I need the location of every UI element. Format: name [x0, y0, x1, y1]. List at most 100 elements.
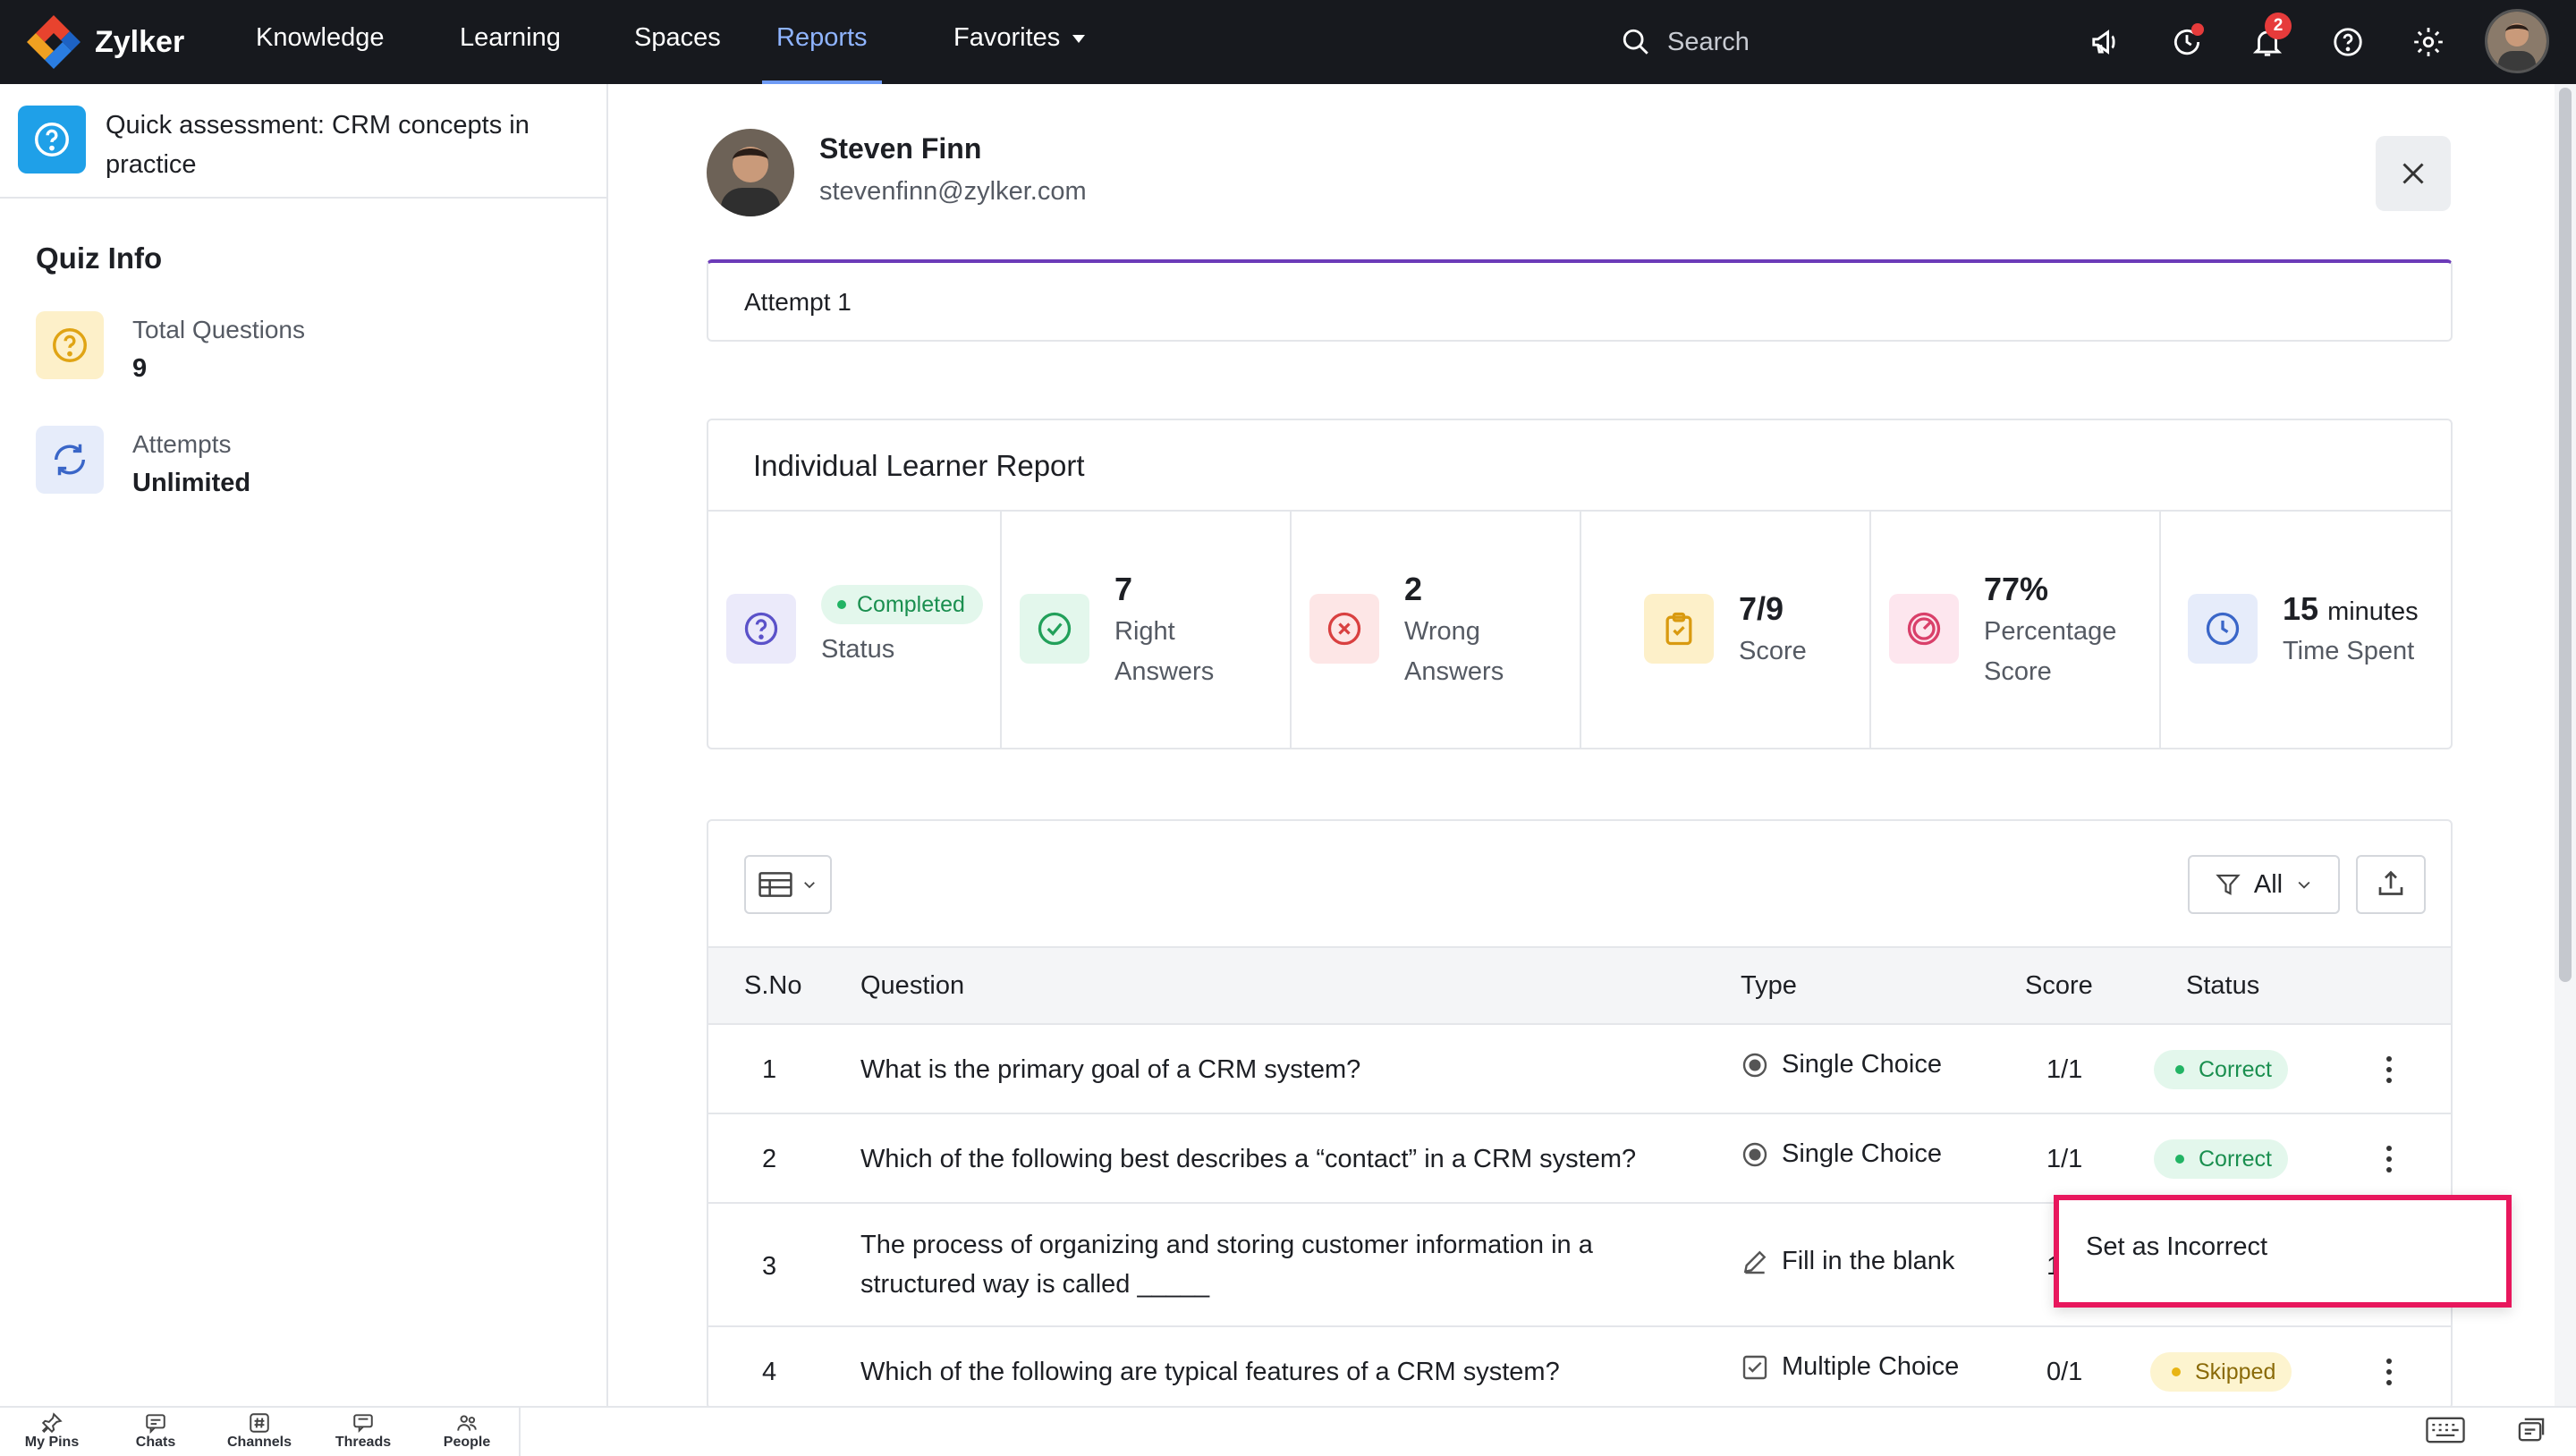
export-button[interactable]	[2356, 855, 2426, 914]
nav-learning[interactable]: Learning	[460, 0, 561, 84]
stat-label: Time Spent	[2283, 637, 2415, 665]
row-type: Single Choice	[1741, 1050, 1942, 1079]
nav-reports[interactable]: Reports	[762, 0, 882, 84]
stat-time-spent: 15 minutes Time Spent	[2161, 512, 2451, 748]
announcement-icon[interactable]	[2084, 20, 2129, 64]
info-label: Attempts	[132, 430, 232, 458]
keyboard-icon[interactable]	[2426, 1417, 2465, 1448]
scrollbar-thumb[interactable]	[2559, 88, 2572, 982]
reminder-icon[interactable]	[2165, 20, 2209, 64]
row-sno: 1	[762, 1055, 777, 1084]
chevron-down-icon	[804, 882, 815, 889]
row-type-label: Multiple Choice	[1782, 1352, 1960, 1381]
bottom-item-threads[interactable]: Threads	[318, 1411, 408, 1451]
question-icon	[726, 594, 796, 664]
info-attempts: Attempts Unlimited	[36, 426, 250, 503]
chat-window-icon[interactable]	[2515, 1417, 2547, 1450]
global-search[interactable]: Search	[1621, 18, 1750, 66]
gear-icon[interactable]	[2406, 20, 2451, 64]
filter-icon	[2216, 874, 2241, 895]
learner-email: stevenfinn@zylker.com	[819, 177, 1087, 206]
bell-icon[interactable]: 2	[2245, 13, 2292, 64]
row-context-menu: Set as Incorrect	[2054, 1195, 2512, 1308]
row-score: 0/1	[2046, 1358, 2083, 1386]
row-question: The process of organizing and storing cu…	[860, 1231, 1593, 1299]
close-button[interactable]	[2376, 136, 2451, 211]
bottom-item-chats[interactable]: Chats	[111, 1411, 200, 1451]
status-filter-dropdown[interactable]: All	[2188, 855, 2340, 914]
column-header-sno: S.No	[744, 971, 802, 1000]
info-label: Total Questions	[132, 316, 305, 343]
row-sno: 2	[762, 1145, 777, 1173]
search-icon	[1623, 29, 1648, 55]
table-row[interactable]: 2 Which of the following best describes …	[708, 1114, 2451, 1204]
stat-score: 7/9 Score	[1581, 512, 1871, 748]
row-type: Fill in the blank	[1741, 1247, 1954, 1276]
help-icon[interactable]	[2326, 20, 2370, 64]
nav-knowledge[interactable]: Knowledge	[256, 0, 385, 84]
brand-logo[interactable]: Zylker	[25, 11, 184, 73]
time-value: 15	[2283, 590, 2319, 627]
row-sno: 4	[762, 1358, 777, 1386]
gauge-icon	[1889, 594, 1959, 664]
quiz-sidebar: Quick assessment: CRM concepts in practi…	[0, 84, 608, 1406]
nav-favorites-label: Favorites	[953, 23, 1061, 52]
row-type: Multiple Choice	[1741, 1352, 1959, 1382]
row-actions-menu-icon[interactable]	[2376, 1050, 2402, 1089]
info-value: Unlimited	[132, 469, 251, 497]
clock-icon	[2188, 594, 2258, 664]
row-type: Single Choice	[1741, 1139, 1942, 1169]
threads-icon	[353, 1414, 373, 1434]
user-avatar[interactable]	[2485, 9, 2549, 73]
learner-name: Steven Finn	[819, 132, 982, 165]
row-score: 1/1	[2046, 1055, 2083, 1084]
row-actions-menu-icon[interactable]	[2376, 1139, 2402, 1179]
status-badge: Skipped	[2150, 1352, 2292, 1392]
menu-item-set-incorrect[interactable]: Set as Incorrect	[2086, 1232, 2267, 1262]
stat-label: Status	[821, 635, 895, 664]
bottom-item-channels[interactable]: Channels	[215, 1411, 304, 1451]
report-title: Individual Learner Report	[753, 449, 1085, 482]
x-circle-icon	[1309, 594, 1379, 664]
chevron-down-icon	[1072, 34, 1086, 43]
question-icon	[36, 311, 104, 379]
table-row[interactable]: 4 Which of the following are typical fea…	[708, 1327, 2451, 1408]
attempt-tab[interactable]: Attempt 1	[707, 259, 2453, 342]
bottom-item-label: People	[443, 1435, 491, 1450]
stat-label: Score	[1739, 637, 1807, 665]
vertical-scrollbar[interactable]	[2555, 84, 2576, 1406]
bottom-item-people[interactable]: People	[422, 1411, 512, 1451]
info-total-questions: Total Questions 9	[36, 311, 305, 388]
check-circle-icon	[1020, 594, 1089, 664]
time-unit: minutes	[2327, 597, 2419, 626]
questions-table-card: All S.No Question Type Score Status 1 Wh…	[707, 819, 2453, 1409]
zylker-logo-icon	[27, 15, 80, 69]
bottom-item-my-pins[interactable]: My Pins	[7, 1411, 97, 1451]
nav-spaces[interactable]: Spaces	[634, 0, 721, 84]
row-question: What is the primary goal of a CRM system…	[860, 1055, 1361, 1084]
row-type-label: Single Choice	[1782, 1139, 1942, 1168]
quiz-header: Quick assessment: CRM concepts in practi…	[0, 84, 606, 199]
row-actions-menu-icon[interactable]	[2376, 1352, 2402, 1392]
refresh-icon	[36, 426, 104, 494]
stat-value: 15 minutes	[2283, 590, 2419, 628]
brand-name: Zylker	[95, 24, 185, 59]
bottom-item-label: Channels	[226, 1435, 292, 1450]
upload-icon	[2378, 870, 2403, 895]
filter-label: All	[2253, 869, 2284, 899]
table-row[interactable]: 1 What is the primary goal of a CRM syst…	[708, 1025, 2451, 1114]
status-completed-badge: Completed	[821, 585, 983, 624]
column-header-type: Type	[1741, 971, 1797, 1000]
bottom-bar: My Pins Chats Channels Threads People	[0, 1406, 2576, 1456]
table-icon	[758, 872, 792, 897]
nav-favorites[interactable]: Favorites	[953, 0, 1086, 84]
table-view-toggle[interactable]	[744, 855, 832, 914]
status-badge: Correct	[2154, 1050, 2288, 1089]
row-type-label: Single Choice	[1782, 1050, 1942, 1079]
stat-status: Completed Status	[708, 512, 1002, 748]
status-badge: Correct	[2154, 1139, 2288, 1179]
row-question: Which of the following best describes a …	[860, 1145, 1637, 1173]
people-icon	[457, 1415, 477, 1431]
attempt-label: Attempt 1	[744, 288, 852, 316]
reminder-dot	[2191, 23, 2204, 36]
